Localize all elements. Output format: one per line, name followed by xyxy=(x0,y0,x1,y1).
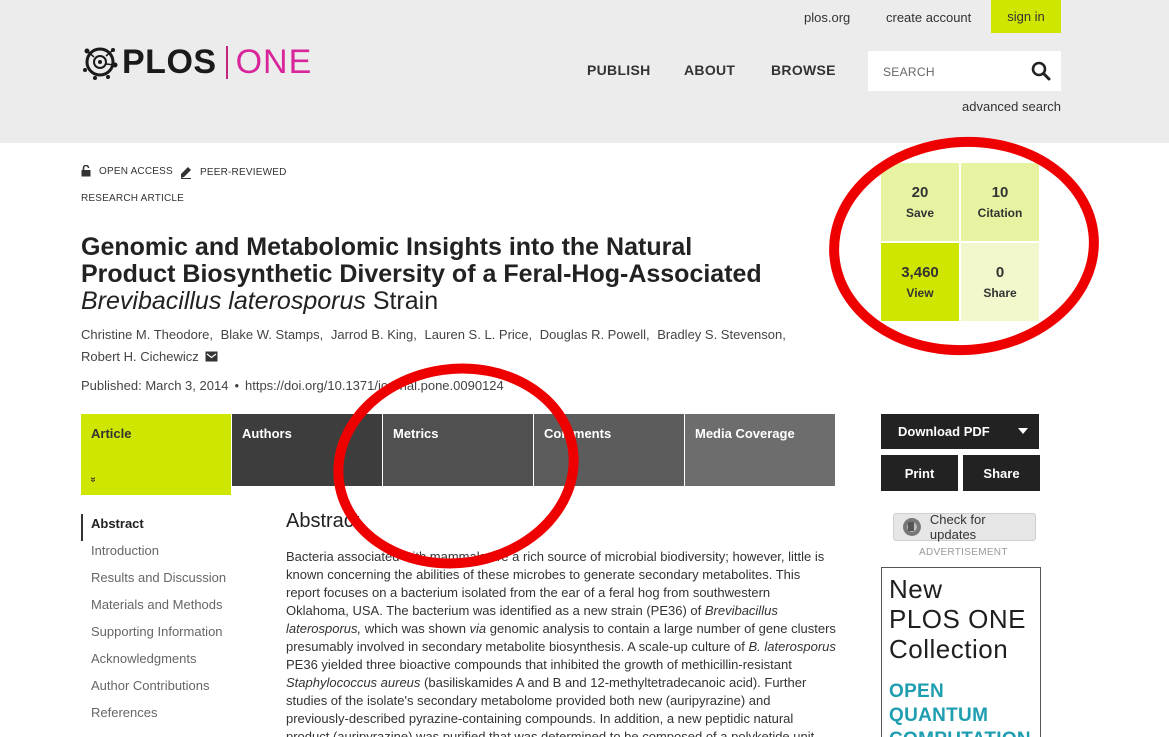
author-name[interactable]: Robert H. Cichewicz xyxy=(81,349,199,364)
section-nav-supporting[interactable]: Supporting Information xyxy=(81,622,251,649)
unlock-icon xyxy=(81,165,91,177)
peer-reviewed-badge: PEER-REVIEWED xyxy=(180,165,287,179)
create-account-link[interactable]: create account xyxy=(886,10,971,25)
plos-org-link[interactable]: plos.org xyxy=(804,10,850,25)
title-line-1: Genomic and Metabolomic Insights into th… xyxy=(81,233,693,261)
ad-text: PLOS ONE xyxy=(889,604,1026,634)
author-name[interactable]: Christine M. Theodore, xyxy=(81,327,213,342)
nav-browse[interactable]: BROWSE xyxy=(771,62,836,78)
abstract-text: Bacteria associated with mammals are a r… xyxy=(286,548,836,737)
section-nav-references[interactable]: References xyxy=(81,703,251,730)
search-icon[interactable] xyxy=(1031,61,1051,81)
section-nav-acknowledgments[interactable]: Acknowledgments xyxy=(81,649,251,676)
plos-logo-icon xyxy=(83,47,118,80)
tab-media-coverage[interactable]: Media Coverage xyxy=(685,414,835,486)
tab-label: Authors xyxy=(242,426,292,441)
share-label: Share xyxy=(983,465,1020,481)
ad-subtext: COMPUTATION xyxy=(889,728,1033,737)
author-name[interactable]: Bradley S. Stevenson, xyxy=(657,327,786,342)
advertisement-label: ADVERTISEMENT xyxy=(919,547,1008,558)
title-line-3: Brevibacillus laterosporus Strain xyxy=(81,288,821,315)
logo-divider xyxy=(225,45,228,79)
annotation-circle-metrics-panel xyxy=(821,127,1107,365)
ad-text: New xyxy=(889,574,943,604)
open-access-label: OPEN ACCESS xyxy=(99,165,173,177)
author-name[interactable]: Blake W. Stamps, xyxy=(221,327,324,342)
ad-subtext: QUANTUM xyxy=(889,705,989,726)
article-title: Genomic and Metabolomic Insights into th… xyxy=(81,234,821,315)
author-name[interactable]: Jarrod B. King, xyxy=(331,327,417,342)
advanced-search-link[interactable]: advanced search xyxy=(962,99,1061,114)
nav-about[interactable]: ABOUT xyxy=(684,62,735,78)
tab-label: Media Coverage xyxy=(695,426,795,441)
share-button[interactable]: Share xyxy=(963,455,1040,491)
logo-one-text: ONE xyxy=(235,42,313,81)
pen-icon xyxy=(181,167,191,179)
email-icon[interactable] xyxy=(205,351,218,362)
sign-in-button[interactable]: sign in xyxy=(991,0,1061,33)
logo-plos-text: PLOS xyxy=(122,42,217,81)
author-name[interactable]: Lauren S. L. Price, xyxy=(424,327,532,342)
ad-subtext: OPEN xyxy=(889,681,945,702)
published-date: Published: March 3, 2014 xyxy=(81,378,229,393)
author-name[interactable]: Douglas R. Powell, xyxy=(540,327,650,342)
nav-publish[interactable]: PUBLISH xyxy=(587,62,651,78)
peer-reviewed-label: PEER-REVIEWED xyxy=(200,166,287,178)
abstract-italic: Staphylococcus aureus xyxy=(286,675,421,690)
print-button[interactable]: Print xyxy=(881,455,958,491)
advertisement-banner[interactable]: New PLOS ONE Collection OPEN QUANTUM COM… xyxy=(881,567,1041,737)
section-nav-introduction[interactable]: Introduction xyxy=(81,541,251,568)
separator-dot: • xyxy=(234,378,239,393)
search-input[interactable]: SEARCH xyxy=(883,65,935,79)
open-access-badge: OPEN ACCESS xyxy=(81,165,173,177)
article-type: RESEARCH ARTICLE xyxy=(81,193,185,204)
tab-article[interactable]: Article » xyxy=(81,414,231,495)
section-nav-contributions[interactable]: Author Contributions xyxy=(81,676,251,703)
check-updates-label: Check for updates xyxy=(929,512,986,542)
abstract-span: which was shown xyxy=(361,621,470,636)
download-pdf-button[interactable]: Download PDF xyxy=(881,414,1039,449)
author-list: Christine M. Theodore, Blake W. Stamps, … xyxy=(81,324,801,368)
chevron-down-icon: » xyxy=(87,476,99,483)
section-nav: Abstract Introduction Results and Discus… xyxy=(81,514,251,730)
print-label: Print xyxy=(904,465,935,481)
title-species: Brevibacillus laterosporus xyxy=(81,287,366,315)
crossmark-icon xyxy=(902,518,921,536)
title-line-2: Product Biosynthetic Diversity of a Fera… xyxy=(81,260,762,288)
caret-down-icon[interactable] xyxy=(1018,428,1028,435)
site-header: plos.org create account sign in PLOS ONE… xyxy=(0,0,1169,143)
abstract-span: PE36 yielded three bioactive compounds t… xyxy=(286,657,792,672)
tab-label: Article xyxy=(91,426,132,441)
abstract-italic: via xyxy=(469,621,487,636)
download-pdf-label: Download PDF xyxy=(898,424,990,439)
ad-text: Collection xyxy=(889,634,1009,664)
title-end: Strain xyxy=(372,287,439,315)
plos-one-logo[interactable]: PLOS ONE xyxy=(81,42,312,82)
check-for-updates-button[interactable]: Check for updates xyxy=(893,512,1036,542)
section-nav-results[interactable]: Results and Discussion xyxy=(81,568,251,595)
search-box[interactable]: SEARCH xyxy=(868,51,1061,91)
abstract-italic: B. laterosporus xyxy=(748,639,836,654)
section-nav-methods[interactable]: Materials and Methods xyxy=(81,595,251,622)
section-nav-abstract[interactable]: Abstract xyxy=(81,514,251,541)
